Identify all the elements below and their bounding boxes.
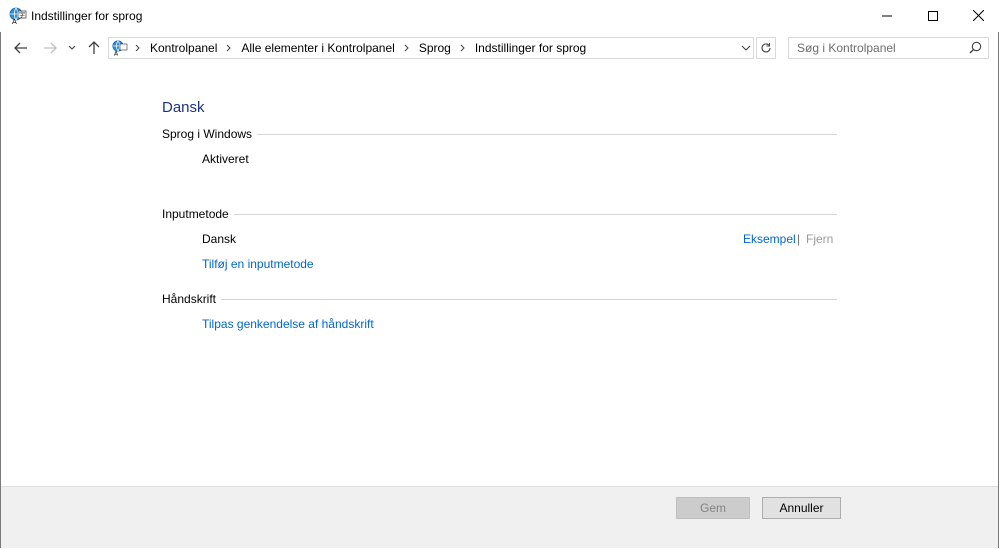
back-button[interactable]: [11, 39, 31, 57]
section-divider: [162, 214, 837, 215]
section-heading-handwriting: Håndskrift: [162, 292, 222, 306]
maximize-icon: [928, 10, 938, 21]
breadcrumb-item-language[interactable]: Sprog: [414, 41, 456, 55]
address-bar[interactable]: A Kontrolpanel Alle elementer i Kontrolp…: [108, 37, 754, 59]
maximize-button[interactable]: [910, 0, 956, 31]
save-button[interactable]: Gem: [676, 497, 750, 519]
close-icon: [972, 10, 984, 21]
preview-input-method-link[interactable]: Eksempel: [743, 232, 796, 246]
title-bar: 字 A Indstillinger for sprog: [0, 0, 1000, 32]
breadcrumb: Kontrolpanel Alle elementer i Kontrolpan…: [131, 41, 591, 55]
window-title: Indstillinger for sprog: [31, 9, 143, 23]
section-windows-language: Sprog i Windows: [162, 127, 837, 143]
breadcrumb-separator-icon[interactable]: [456, 41, 470, 55]
language-settings-icon: 字 A: [9, 7, 27, 26]
control-panel-icon: A: [112, 40, 128, 58]
search-input[interactable]: [789, 38, 967, 58]
section-divider: [162, 299, 837, 300]
chevron-down-icon: [68, 45, 76, 50]
window-frame: [0, 0, 999, 548]
button-bar: [1, 486, 998, 548]
back-arrow-icon: [14, 42, 27, 54]
section-input-method: Inputmetode: [162, 207, 837, 223]
minimize-button[interactable]: [864, 0, 910, 31]
section-handwriting: Håndskrift: [162, 292, 837, 308]
recent-locations-button[interactable]: [64, 39, 80, 57]
windows-language-status: Aktiveret: [202, 152, 249, 166]
section-divider: [162, 134, 837, 135]
cancel-button[interactable]: Annuller: [762, 497, 841, 519]
address-history-dropdown[interactable]: [737, 37, 754, 59]
close-window-button[interactable]: [955, 0, 1000, 31]
breadcrumb-item-kontrolpanel[interactable]: Kontrolpanel: [145, 41, 222, 55]
minimize-icon: [882, 15, 892, 16]
remove-input-method-link[interactable]: Fjern: [806, 232, 833, 246]
link-separator: |: [797, 232, 801, 246]
section-heading-input-method: Inputmetode: [162, 207, 234, 221]
language-title: Dansk: [162, 99, 205, 116]
personalize-handwriting-link[interactable]: Tilpas genkendelse af håndskrift: [202, 317, 374, 331]
up-button[interactable]: [84, 39, 104, 57]
breadcrumb-item-all-control-panel-items[interactable]: Alle elementer i Kontrolpanel: [236, 41, 399, 55]
search-box: [788, 37, 989, 59]
svg-text:字: 字: [19, 11, 25, 19]
forward-button[interactable]: [40, 39, 60, 57]
breadcrumb-separator-icon[interactable]: [222, 41, 236, 55]
breadcrumb-separator-icon[interactable]: [400, 41, 414, 55]
input-method-name: Dansk: [202, 232, 237, 246]
add-input-method-link[interactable]: Tilføj en inputmetode: [202, 257, 314, 271]
chevron-down-icon: [741, 45, 750, 51]
section-heading-windows-language: Sprog i Windows: [162, 127, 258, 141]
breadcrumb-item-language-settings[interactable]: Indstillinger for sprog: [470, 41, 591, 55]
breadcrumb-separator-icon[interactable]: [131, 41, 145, 55]
refresh-button[interactable]: [756, 37, 776, 59]
svg-text:A: A: [12, 18, 17, 25]
forward-arrow-icon: [44, 42, 57, 54]
refresh-icon: [761, 43, 771, 53]
up-arrow-icon: [88, 41, 100, 54]
search-icon[interactable]: [969, 41, 982, 57]
